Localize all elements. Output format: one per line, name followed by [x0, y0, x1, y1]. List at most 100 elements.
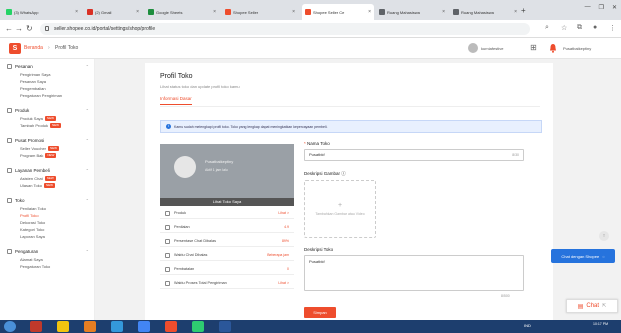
tab-basic-info[interactable]: Informasi Dasar	[160, 96, 192, 105]
taskbar-app-icon[interactable]	[192, 321, 204, 332]
media-upload-box[interactable]: + Tambahkan Gambar atau Video	[304, 180, 376, 238]
new-tab-button[interactable]: +	[521, 6, 526, 15]
browser-tab[interactable]: Ruang Mahasiswa ×	[450, 5, 520, 19]
tab-close-icon[interactable]: ×	[442, 9, 445, 15]
sidebar-section[interactable]: Layanan Pembeli ⌃	[7, 168, 89, 173]
save-button[interactable]: Simpan	[304, 307, 336, 318]
taskbar-app-icon[interactable]	[111, 321, 123, 332]
sidebar-section[interactable]: Toko ⌃	[7, 198, 89, 203]
description-label: Deskripsi Toko	[304, 247, 334, 252]
chevron-up-icon[interactable]: ⌃	[86, 108, 89, 113]
chevron-up-icon[interactable]: ⌃	[86, 249, 89, 254]
stat-value[interactable]: Lihat >	[278, 211, 289, 215]
shop-name-input[interactable]: Pusatbkf 8/30	[304, 149, 524, 161]
sidebar-item[interactable]: Pesanan Saya	[20, 79, 46, 84]
apps-grid-icon[interactable]: ⊞	[530, 43, 537, 52]
reload-icon[interactable]: ↻	[26, 24, 33, 33]
taskbar-app-icon[interactable]	[219, 321, 231, 332]
stat-label: Penilaian	[174, 225, 190, 229]
browser-tab[interactable]: (2) Gmail ×	[84, 5, 142, 19]
sidebar-item[interactable]: Ulasan Toko NEW	[20, 183, 55, 188]
maximize-icon[interactable]: ❐	[599, 4, 604, 11]
browser-tab[interactable]: Google Sheets ×	[145, 5, 219, 19]
sidebar-item[interactable]: Penilaian Toko	[20, 206, 46, 211]
zoom-icon[interactable]: ⌕	[545, 24, 549, 32]
taskbar-app-icon[interactable]	[138, 321, 150, 332]
browser-tab[interactable]: Shopee Seller Ce ×	[302, 4, 374, 20]
info-text: Kamu sudah melengkapi profil toko. Toko …	[174, 124, 328, 129]
browser-tab[interactable]: (3) WhatsApp ×	[3, 5, 81, 19]
tab-close-icon[interactable]: ×	[136, 9, 139, 15]
sidebar-item[interactable]: Dekorasi Toko	[20, 220, 45, 225]
preview-shop-name: Pusatbaikeptiny	[205, 159, 234, 164]
sidebar-section-title: Pengaturan	[15, 249, 39, 254]
description-textarea[interactable]: Pusatbkf	[304, 255, 524, 291]
sidebar-item[interactable]: Pengaturan Pengiriman	[20, 93, 62, 98]
taskbar-app-icon[interactable]	[57, 321, 69, 332]
sidebar-item[interactable]: Laporan Saya	[20, 234, 45, 239]
forward-icon[interactable]: →	[15, 24, 23, 33]
main-content: Profil Toko Lihat status toko dan update…	[145, 59, 555, 320]
stat-value[interactable]: 4.9	[284, 225, 289, 229]
sidebar-item[interactable]: Pengiriman Saya	[20, 72, 50, 77]
sidebar-item-label: Laporan Saya	[20, 234, 45, 239]
chevron-up-icon[interactable]: ⌃	[86, 168, 89, 173]
sidebar-section[interactable]: Pengaturan ⌃	[7, 249, 89, 254]
minimize-icon[interactable]: —	[585, 4, 591, 11]
tab-close-icon[interactable]: ×	[292, 9, 295, 15]
chat-with-shopee-button[interactable]: Chat dengan Shopee ◌	[551, 249, 615, 263]
tab-close-icon[interactable]: ×	[75, 9, 78, 15]
start-button-icon[interactable]	[4, 321, 16, 332]
shop-name[interactable]: Pusatbaikeptiny	[563, 46, 591, 51]
stat-value[interactable]: Beberapa jam	[267, 253, 289, 257]
menu-icon[interactable]: ⋮	[609, 24, 616, 32]
tray-language[interactable]: IND	[524, 323, 531, 328]
tab-close-icon[interactable]: ×	[368, 9, 371, 15]
extensions-icon[interactable]: ⧉	[577, 24, 582, 32]
view-shop-button[interactable]: Lihat Toko Saya	[160, 198, 294, 206]
preview-shop-info: Aktif 1 jam lalu	[205, 168, 228, 172]
stat-row: Penilaian 4.9	[160, 222, 294, 233]
sidebar-item[interactable]: Pengembalian	[20, 86, 46, 91]
shopee-logo-icon[interactable]: S	[9, 43, 21, 54]
sidebar-item[interactable]: Program Bak NEW	[20, 153, 57, 158]
chevron-up-icon[interactable]: ⌃	[86, 64, 89, 69]
sidebar-item[interactable]: Asisten Chat NEW	[20, 176, 56, 181]
chevron-up-icon[interactable]: ⌃	[86, 138, 89, 143]
profile-icon[interactable]: ●	[593, 24, 597, 31]
sidebar-section[interactable]: Pusat Promosi ⌃	[7, 138, 89, 143]
back-icon[interactable]: ←	[5, 24, 13, 33]
taskbar-app-icon[interactable]	[84, 321, 96, 332]
sidebar-section[interactable]: Pesanan ⌃	[7, 64, 89, 69]
sidebar-item[interactable]: Tambah Produk NEW	[20, 123, 62, 128]
shop-name-count: 8/30	[512, 153, 519, 157]
home-link[interactable]: Beranda	[24, 45, 43, 51]
chat-widget[interactable]: ▤ Chat ⇱	[566, 299, 618, 313]
chat-time-icon	[165, 252, 170, 258]
taskbar-app-icon[interactable]	[165, 321, 177, 332]
close-window-icon[interactable]: ✕	[612, 4, 617, 11]
sidebar-item[interactable]: Seller Voucher NEW	[20, 146, 60, 151]
scroll-top-icon[interactable]: ↑	[599, 231, 609, 241]
browser-tab[interactable]: Shopee Seller ×	[222, 5, 298, 19]
sidebar-item[interactable]: Pengaturan Toko	[20, 264, 50, 269]
user-menu[interactable]: kurniafestive	[468, 43, 503, 53]
browser-tab[interactable]: Ruang Mahasiswa ×	[376, 5, 448, 19]
url-field[interactable]: seller.shopee.co.id/portal/settings/shop…	[40, 23, 530, 35]
taskbar-app-icon[interactable]	[30, 321, 42, 332]
tab-favicon-icon	[379, 9, 385, 15]
tab-close-icon[interactable]: ×	[213, 9, 216, 15]
stat-row: Persentase Chat Dibalas 89%	[160, 236, 294, 247]
stat-value[interactable]: 89%	[282, 239, 289, 243]
sidebar-section[interactable]: Produk ⌃	[7, 108, 89, 113]
sidebar-item[interactable]: Alamat Saya	[20, 257, 43, 262]
notification-icon[interactable]	[549, 43, 557, 53]
star-icon[interactable]: ☆	[561, 24, 567, 32]
sidebar-item[interactable]: Kategori Toko	[20, 227, 44, 232]
stat-value[interactable]: 0	[287, 267, 289, 271]
sidebar-item[interactable]: Profil Toko	[20, 213, 39, 218]
stat-value[interactable]: Lihat >	[278, 281, 289, 285]
tab-close-icon[interactable]: ×	[514, 9, 517, 15]
chevron-up-icon[interactable]: ⌃	[86, 198, 89, 203]
sidebar-item[interactable]: Produk Saya NEW	[20, 116, 56, 121]
